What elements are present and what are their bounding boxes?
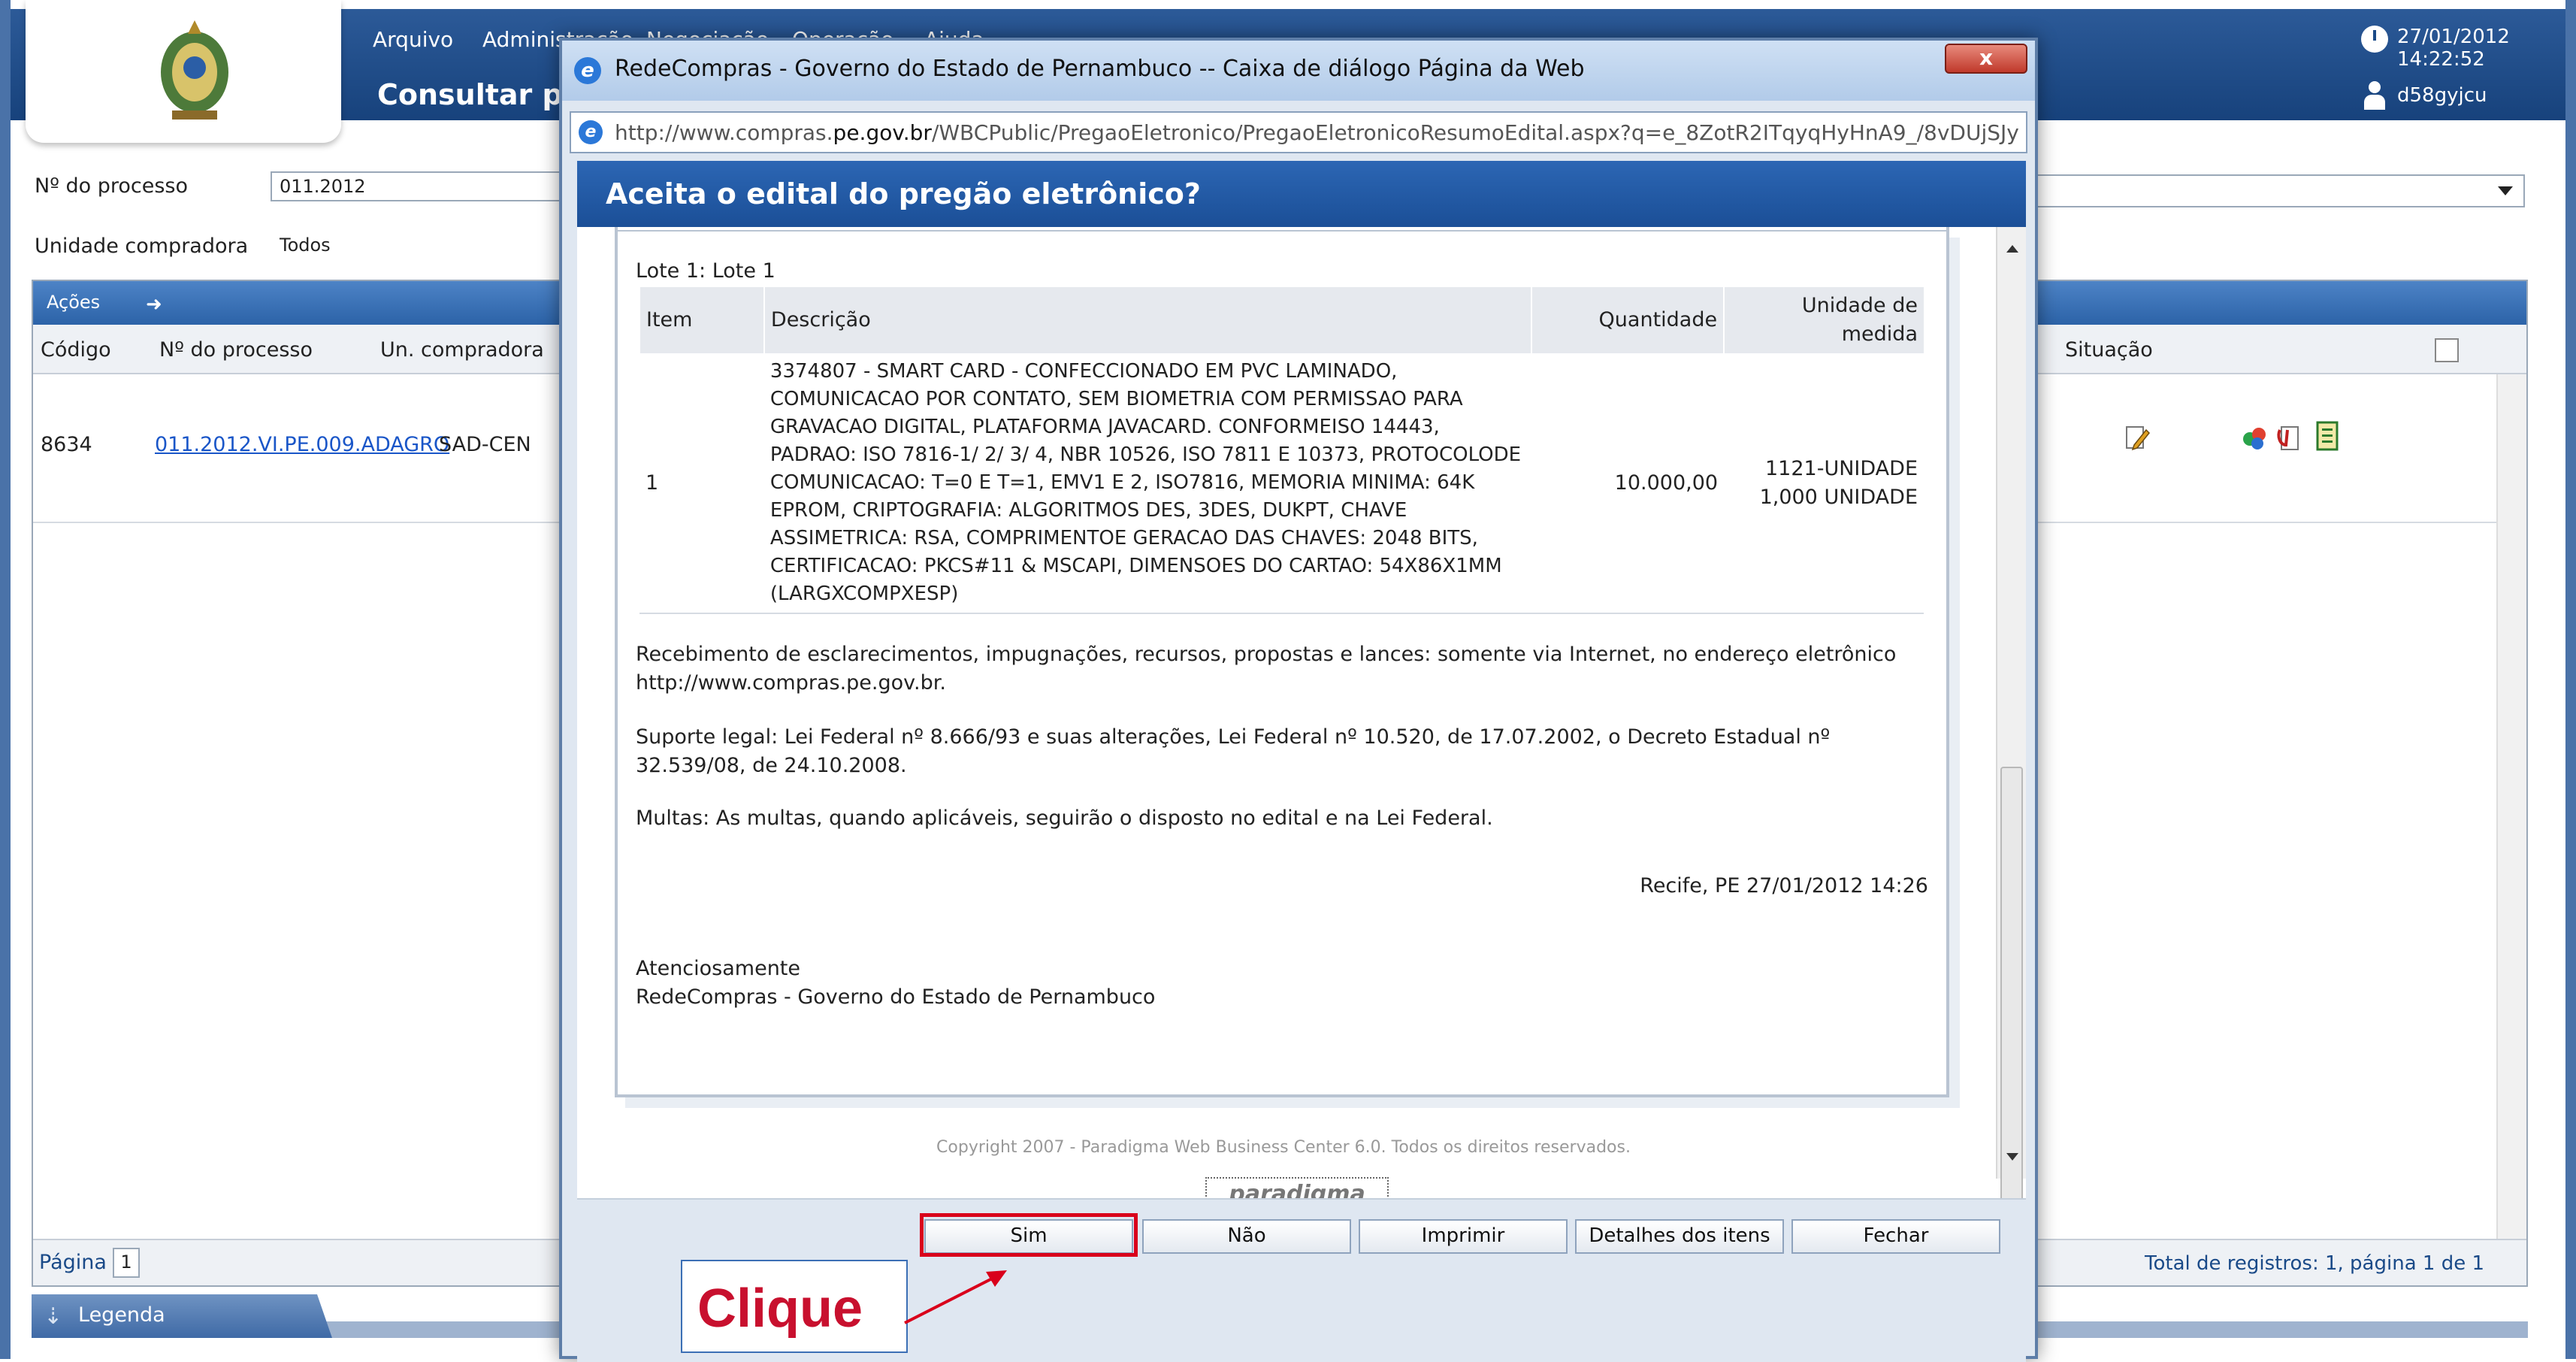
dialog-content: Aceita o edital do pregão eletrônico? Lo…	[577, 161, 2026, 1249]
table-row: 1 3374807 - SMART CARD - CONFECCIONADO E…	[639, 353, 1924, 614]
close-button[interactable]: x	[1945, 44, 2027, 74]
filter-dropdown[interactable]	[2036, 174, 2525, 207]
detalhes-button[interactable]: Detalhes dos itens	[1575, 1219, 1784, 1254]
unidade-select[interactable]: Todos	[271, 230, 571, 260]
col-processo[interactable]: Nº do processo	[159, 338, 313, 362]
dialog-titlebar[interactable]: e RedeCompras - Governo do Estado de Per…	[562, 41, 2035, 101]
unidade-line-2: 1,000 UNIDADE	[1759, 485, 1918, 509]
chevron-down-icon	[2498, 186, 2513, 195]
select-all-checkbox[interactable]	[2435, 338, 2459, 362]
th-unidade: Unidade de medida	[1723, 287, 1924, 353]
place-date: Recife, PE 27/01/2012 14:26	[1640, 874, 1928, 897]
paragraph-recebimento: Recebimento de esclarecimentos, impugnaç…	[636, 643, 1897, 695]
items-table: Item Descrição Quantidade Unidade de med…	[639, 287, 1924, 614]
browser-icon: e	[574, 57, 601, 84]
menu-arquivo[interactable]: Arquivo	[373, 27, 453, 52]
sim-highlight-box	[920, 1213, 1138, 1257]
processo-link[interactable]: 011.2012.VI.PE.009.ADAGRO	[155, 433, 449, 456]
closing-line-1: Atenciosamente	[636, 957, 801, 980]
acoes-button[interactable]: Ações	[47, 292, 100, 313]
arrow-down-icon: ⇣	[44, 1303, 63, 1330]
dialog-heading: Aceita o edital do pregão eletrônico?	[606, 177, 1201, 210]
cell-descricao: 3374807 - SMART CARD - CONFECCIONADO EM …	[763, 353, 1532, 614]
clique-callout: Clique	[681, 1260, 908, 1353]
dialog-scrollbar[interactable]	[1996, 227, 2026, 1248]
dialog-header: Aceita o edital do pregão eletrônico?	[577, 161, 2026, 227]
fechar-button[interactable]: Fechar	[1791, 1219, 2000, 1254]
th-item: Item	[639, 287, 764, 353]
arrow-right-icon[interactable]: ➜	[146, 293, 162, 316]
browser-icon: e	[579, 120, 603, 144]
cell-quantidade: 10.000,00	[1531, 353, 1725, 614]
cell-item: 1	[639, 353, 764, 614]
pernambuco-seal-icon	[161, 20, 228, 120]
cell-codigo: 8634	[41, 433, 92, 456]
paragraph-multas: Multas: As multas, quando aplicáveis, se…	[636, 807, 1493, 830]
unidade-label: Unidade compradora	[35, 235, 249, 258]
paragraph-suporte: Suporte legal: Lei Federal nº 8.666/93 e…	[636, 725, 1831, 777]
pagina-input[interactable]: 1	[113, 1248, 140, 1278]
col-unidade[interactable]: Un. compradora	[380, 338, 544, 362]
col-codigo[interactable]: Código	[41, 338, 111, 362]
edital-document: Lote 1: Lote 1 Item Descrição Quantidade…	[615, 227, 1949, 1097]
document-list-icon[interactable]	[2313, 421, 2340, 451]
window-frame-left	[0, 0, 11, 1359]
group-icon[interactable]	[2241, 422, 2268, 452]
document-top-rule	[618, 227, 1946, 232]
user-icon	[2361, 81, 2388, 110]
datetime-label: 27/01/2012 14:22:52	[2397, 26, 2510, 71]
callout-text: Clique	[697, 1279, 863, 1339]
clock-icon	[2361, 26, 2388, 53]
legenda-tab[interactable]	[32, 1294, 332, 1338]
cell-unidade: 1121-UNIDADE 1,000 UNIDADE	[1724, 353, 1924, 614]
imprimir-button[interactable]: Imprimir	[1359, 1219, 1568, 1254]
th-quantidade: Quantidade	[1531, 287, 1725, 353]
window-frame-right	[2565, 0, 2576, 1359]
scroll-down-icon[interactable]	[2006, 1153, 2018, 1161]
processo-input[interactable]: 011.2012	[271, 171, 571, 201]
url-text: http://www.compras.pe.gov.br/WBCPublic/P…	[615, 120, 2020, 145]
total-records: Total de registros: 1, página 1 de 1	[2145, 1252, 2484, 1275]
scroll-up-icon[interactable]	[2006, 245, 2018, 253]
lote-title: Lote 1: Lote 1	[636, 259, 776, 283]
legenda-label[interactable]: Legenda	[78, 1303, 165, 1327]
dialog-title: RedeCompras - Governo do Estado de Perna…	[615, 56, 1585, 82]
callout-arrow-icon	[904, 1270, 1007, 1324]
grid-scrollbar[interactable]	[2496, 374, 2526, 1239]
edit-icon[interactable]	[2124, 422, 2151, 452]
attachment-icon[interactable]	[2275, 422, 2302, 452]
col-situacao[interactable]: Situação	[2065, 338, 2153, 362]
unidade-line-1: 1121-UNIDADE	[1764, 456, 1918, 480]
username-label: d58gyjcu	[2397, 84, 2487, 107]
nao-button[interactable]: Não	[1142, 1219, 1351, 1254]
closing-line-2: RedeCompras - Governo do Estado de Perna…	[636, 985, 1156, 1009]
scroll-thumb[interactable]	[2000, 767, 2023, 1248]
government-logo	[26, 0, 341, 143]
web-page-dialog: e RedeCompras - Governo do Estado de Per…	[559, 38, 2038, 1362]
processo-label: Nº do processo	[35, 174, 189, 198]
th-descricao: Descrição	[763, 287, 1532, 353]
pagina-label: Página	[39, 1251, 107, 1274]
copyright-text: Copyright 2007 - Paradigma Web Business …	[936, 1138, 1631, 1157]
address-bar[interactable]: e http://www.compras.pe.gov.br/WBCPublic…	[570, 111, 2027, 153]
cell-unidade: SAD-CEN	[439, 433, 531, 456]
